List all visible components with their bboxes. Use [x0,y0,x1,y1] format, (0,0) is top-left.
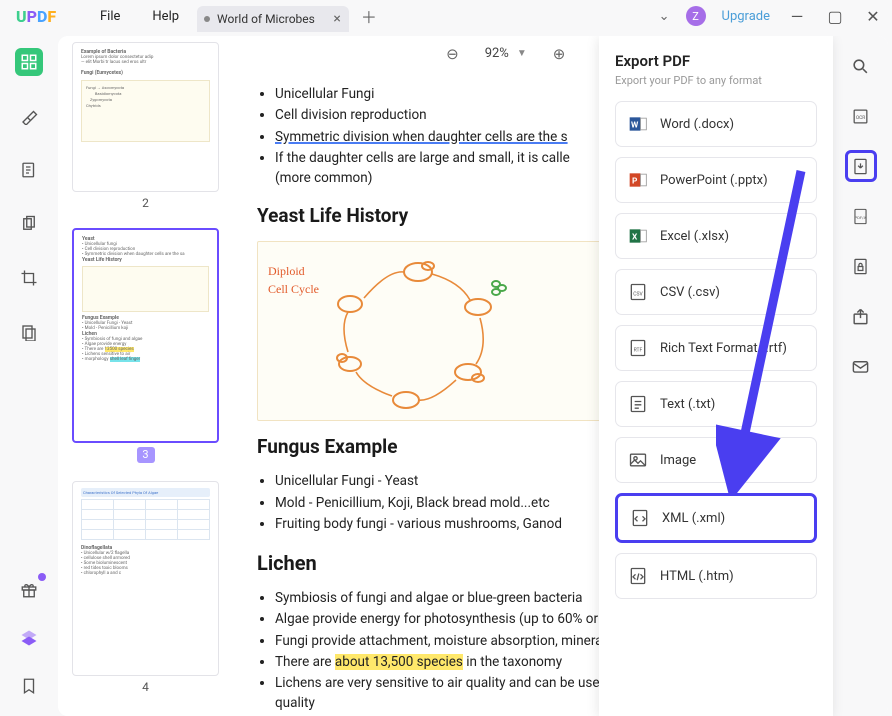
bookmark-icon[interactable] [15,672,43,700]
tab-title: World of Microbes [217,12,315,26]
svg-text:PDF/A: PDF/A [855,214,867,219]
thumbnail-page-4[interactable]: Characteristics Of Selected Phyla Of Alg… [72,481,219,676]
svg-text:OCR: OCR [856,114,865,120]
rtf-icon: RTF [628,338,648,358]
html-icon [628,566,648,586]
close-window-button[interactable]: ✕ [862,7,884,26]
app-menu: File Help [80,9,179,24]
export-option-image[interactable]: Image [615,437,817,483]
document-tab[interactable]: World of Microbes × [197,6,349,32]
tab-close-icon[interactable]: × [333,11,340,27]
excel-icon: X [628,226,648,246]
compress-tool[interactable] [15,318,43,346]
tab-add-button[interactable]: ＋ [357,0,381,32]
layers-icon[interactable] [15,624,43,652]
app-logo: UPDF [0,7,80,26]
right-tool-rail: OCR PDF/A [833,36,888,716]
export-title: Export PDF [615,52,817,70]
export-option-xml[interactable]: XML (.xml) [615,493,817,543]
zoom-dropdown-icon[interactable]: ▼ [517,48,527,59]
csv-icon: CSV [628,282,648,302]
export-option-html[interactable]: HTML (.htm) [615,553,817,599]
zoom-in-button[interactable]: ⊕ [553,45,566,63]
menu-help[interactable]: Help [152,9,179,24]
export-option-csv[interactable]: CSVCSV (.csv) [615,269,817,315]
export-option-powerpoint[interactable]: PPowerPoint (.pptx) [615,157,817,203]
gift-icon[interactable] [15,576,43,604]
ocr-icon[interactable]: OCR [845,100,877,132]
thumbnail-number-2: 2 [72,196,219,210]
search-icon[interactable] [845,50,877,82]
svg-text:CSV: CSV [633,291,643,297]
svg-text:W: W [631,120,639,130]
menu-file[interactable]: File [100,9,120,24]
image-icon [628,450,648,470]
svg-text:P: P [632,176,638,186]
maximize-button[interactable]: ▢ [824,7,846,26]
text-icon [628,394,648,414]
svg-text:RTF: RTF [634,347,643,353]
left-tool-rail [0,32,58,716]
export-option-excel[interactable]: XExcel (.xlsx) [615,213,817,259]
export-subtitle: Export your PDF to any format [615,74,817,87]
zoom-value: 92% [485,46,509,61]
export-option-rtf[interactable]: RTFRich Text Format (.rtf) [615,325,817,371]
tab-indicator-icon [204,16,210,22]
email-icon[interactable] [845,350,877,382]
export-option-word[interactable]: WWord (.docx) [615,101,817,147]
edit-tool[interactable] [15,156,43,184]
upgrade-link[interactable]: Upgrade [722,9,770,24]
thumbnail-panel: Example of BacteriaLorem ipsum dolor con… [58,36,233,716]
highlight-tool[interactable] [15,102,43,130]
minimize-button[interactable]: — [786,7,808,26]
export-panel: Export PDF Export your PDF to any format… [599,36,833,716]
thumbnail-page-2[interactable]: Example of BacteriaLorem ipsum dolor con… [72,42,219,192]
powerpoint-icon: P [628,170,648,190]
user-avatar[interactable]: Z [686,6,706,26]
thumbnail-number-4: 4 [72,680,219,694]
svg-text:X: X [632,232,638,242]
protect-icon[interactable] [845,250,877,282]
export-option-text[interactable]: Text (.txt) [615,381,817,427]
organize-tool[interactable] [15,210,43,238]
zoom-out-button[interactable]: ⊖ [446,45,459,63]
pdfa-icon[interactable]: PDF/A [845,200,877,232]
xml-icon [630,508,650,528]
export-pdf-icon[interactable] [845,150,877,182]
word-icon: W [628,114,648,134]
crop-tool[interactable] [15,264,43,292]
share-icon[interactable] [845,300,877,332]
thumbnail-number-3: 3 [137,447,155,463]
thumbnail-page-3[interactable]: Yeast• Unicellular fungi• Cell division … [72,228,219,443]
chevron-down-icon[interactable]: ⌄ [659,9,670,24]
titlebar: UPDF File Help World of Microbes × ＋ ⌄ Z… [0,0,892,32]
thumbnails-tool[interactable] [15,48,43,76]
